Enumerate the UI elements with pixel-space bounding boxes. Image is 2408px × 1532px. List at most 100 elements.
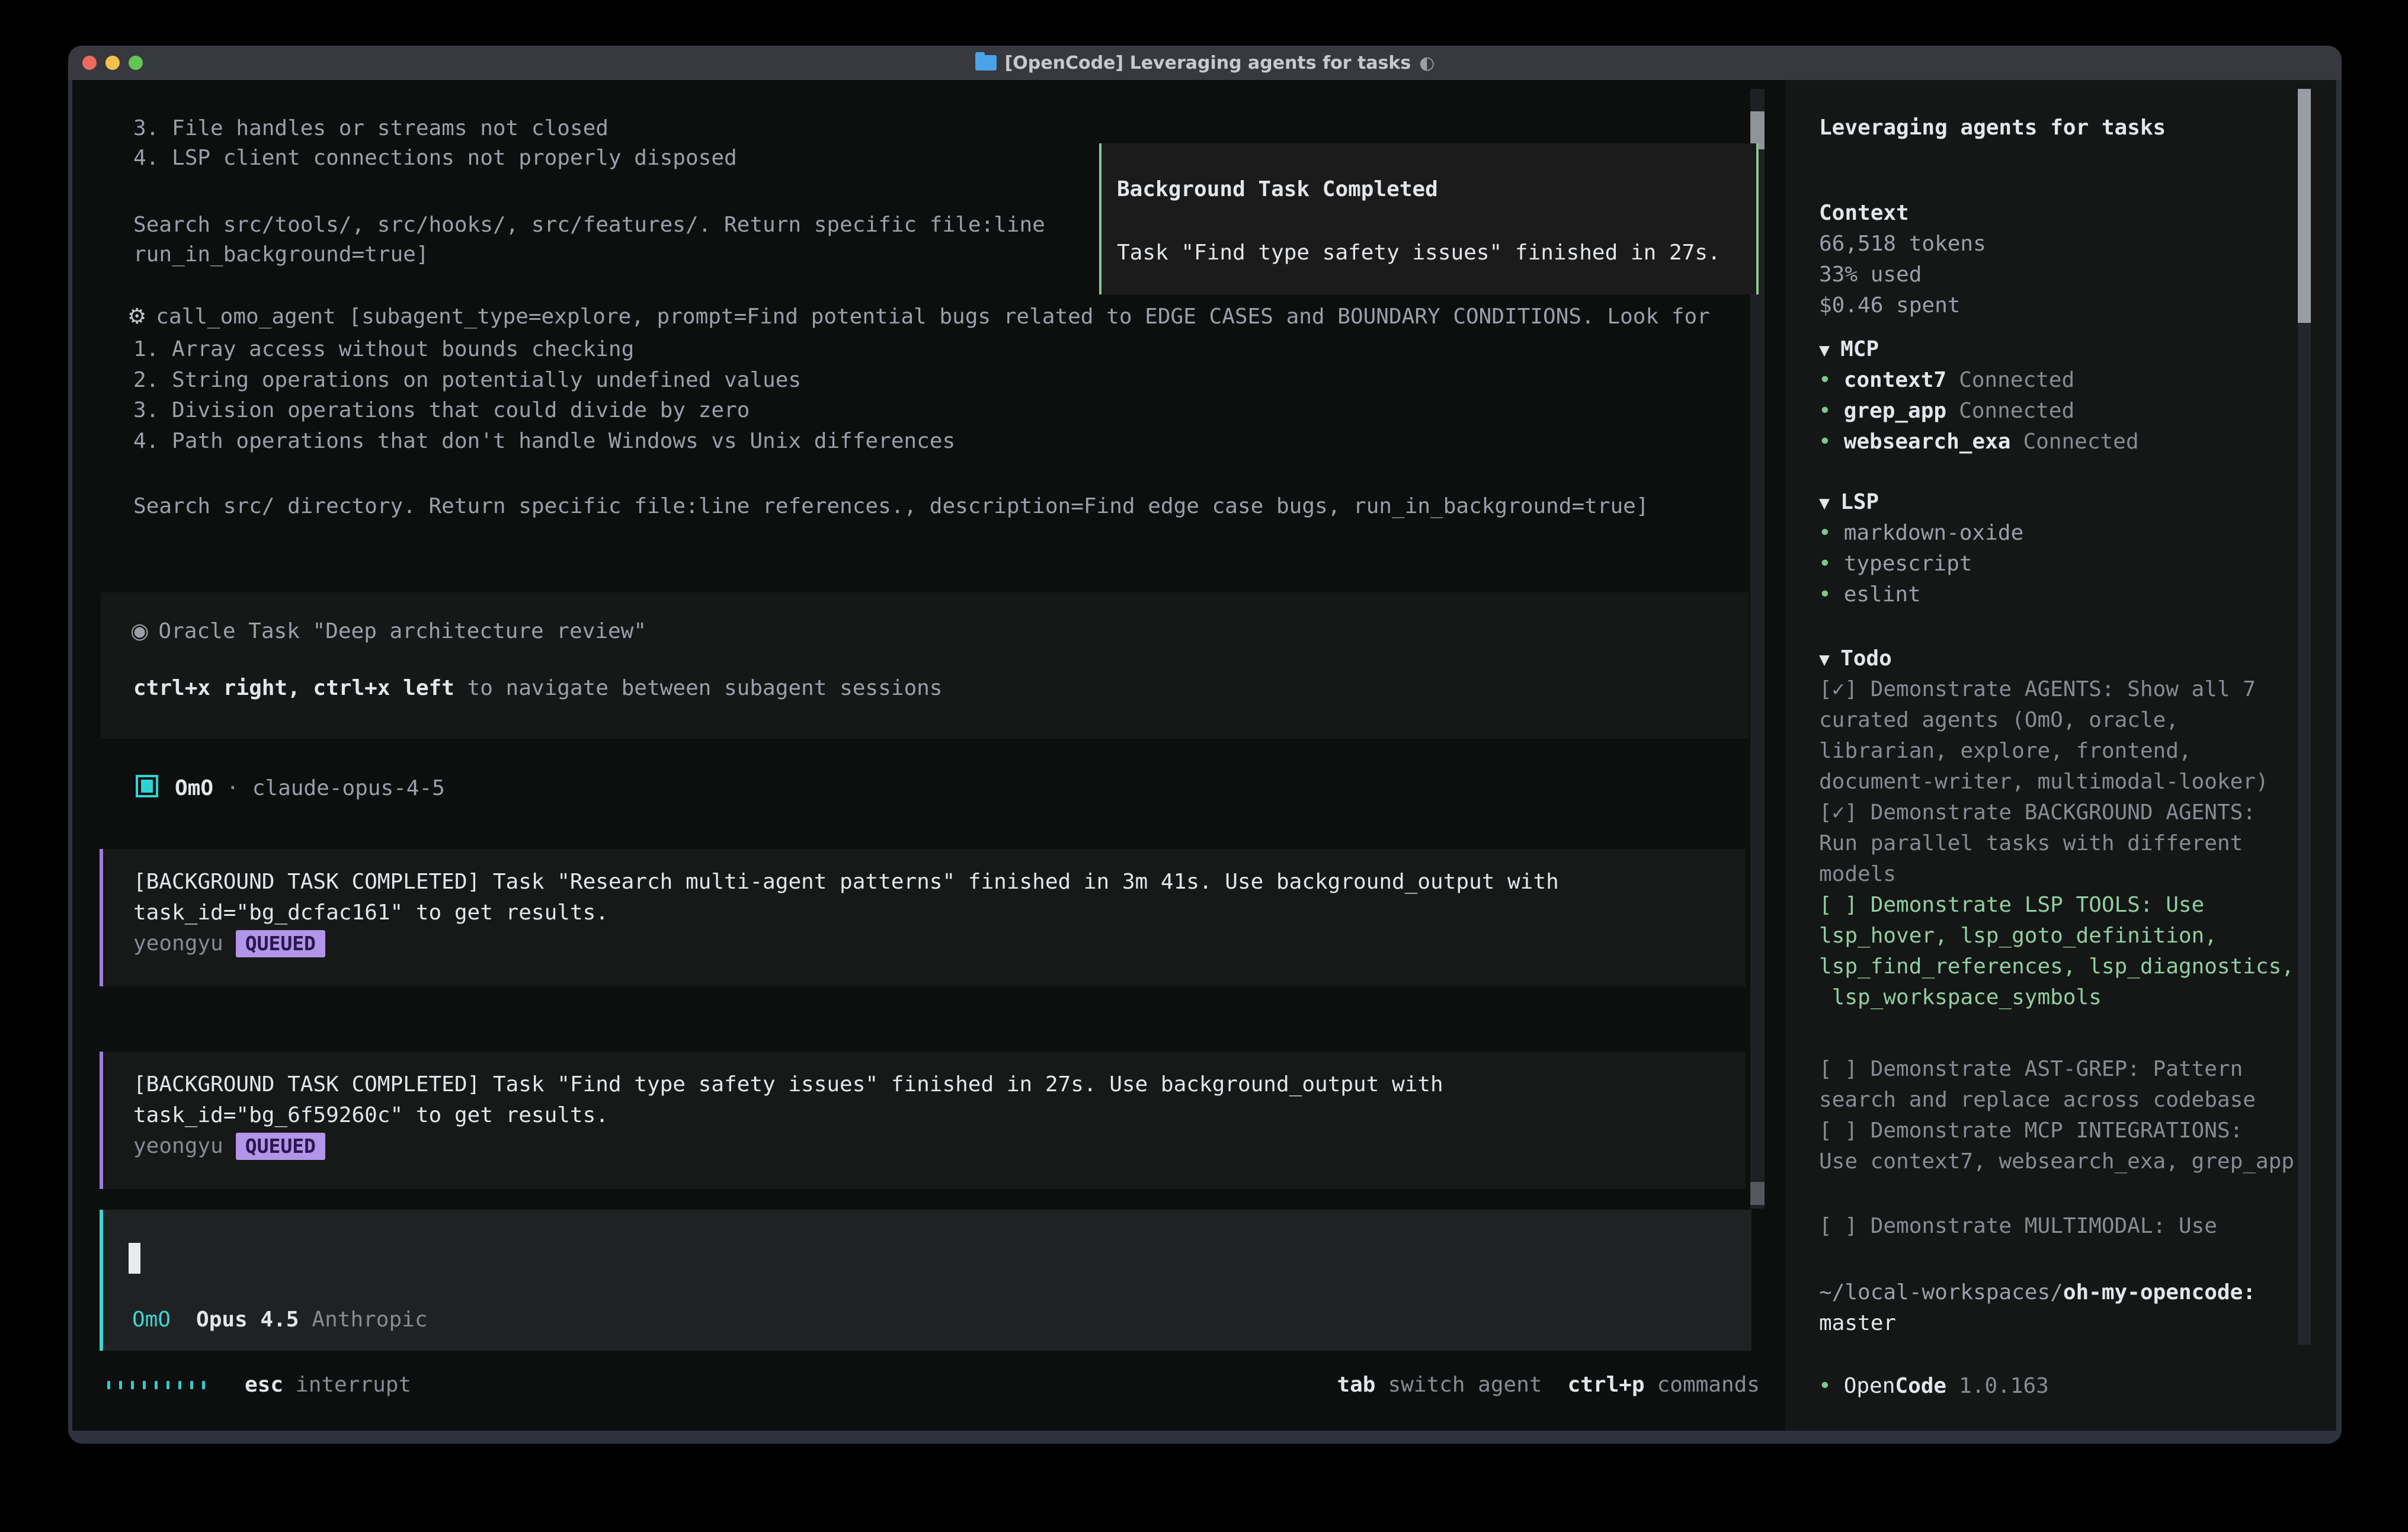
chevron-down-icon: ▼	[1819, 340, 1830, 361]
input-model: Opus 4.5	[196, 1307, 299, 1332]
gear-icon: ⚙	[127, 305, 146, 329]
lsp-item-name: typescript	[1844, 552, 1972, 576]
context-heading: Context	[1819, 198, 1909, 229]
tool-call-list-item: 4. Path operations that don't handle Win…	[133, 426, 955, 457]
todo-line-active: lsp_hover, lsp_goto_definition,	[1819, 921, 2217, 951]
terminal-content: 3. File handles or streams not closed 4.…	[72, 80, 2336, 1431]
context-used: 33% used	[1819, 259, 1922, 290]
input-footer: OmO Opus 4.5 Anthropic	[132, 1305, 428, 1335]
todo-line-done: Run parallel tasks with different	[1819, 828, 2243, 859]
mcp-item-name: websearch_exa	[1844, 430, 2011, 454]
main-scrollbar-thumb-lower[interactable]	[1750, 1182, 1765, 1205]
esc-key-hint: esc	[245, 1370, 283, 1400]
context-tokens: 66,518 tokens	[1819, 229, 1986, 259]
workspace-branch: master	[1819, 1308, 1896, 1339]
app-name-regular: Open	[1844, 1374, 1895, 1398]
oracle-task-title: Oracle Task "Deep architecture review"	[158, 619, 646, 643]
statusbar-right: tab switch agent ctrl+p commands	[1337, 1370, 1760, 1400]
status-dot-icon: •	[1818, 1374, 1831, 1398]
separator-dot: ·	[226, 776, 239, 800]
message-author: yeongyu	[133, 928, 223, 959]
oracle-task-box: ◉Oracle Task "Deep architecture review" …	[101, 592, 1749, 739]
status-dot-icon: •	[1818, 368, 1831, 392]
mcp-item-name: context7	[1844, 368, 1946, 392]
app-version: 1.0.163	[1959, 1374, 2049, 1398]
agent-model: claude-opus-4-5	[252, 776, 445, 800]
subagent-nav-hint: ctrl+x right, ctrl+x left to navigate be…	[133, 673, 942, 704]
mcp-item: •websearch_exaConnected	[1818, 427, 2139, 457]
todo-line-done: [✓] Demonstrate AGENTS: Show all 7	[1819, 674, 2256, 705]
todo-line-active: lsp_find_references, lsp_diagnostics,	[1819, 951, 2294, 982]
workspace-repo: oh-my-opencode:	[2063, 1280, 2256, 1305]
status-dot-icon: •	[1818, 582, 1831, 607]
lsp-item: • eslint	[1818, 579, 1921, 610]
tool-call-line: ⚙call_omo_agent [subagent_type=explore, …	[127, 302, 1710, 332]
todo-line-done: curated agents (OmO, oracle,	[1819, 705, 2179, 736]
hint-keys: ctrl+x right, ctrl+x left	[133, 676, 454, 700]
workspace-path-prefix: ~/local-workspaces/	[1819, 1280, 2063, 1305]
context-spent: $0.46 spent	[1819, 290, 1960, 321]
tool-call-list-item: 1. Array access without bounds checking	[133, 334, 634, 365]
version-line: • OpenCode 1.0.163	[1818, 1371, 2049, 1402]
message-meta: yeongyuQUEUED	[133, 1131, 325, 1162]
terminal-line: run_in_background=true]	[133, 239, 429, 270]
mcp-heading: MCP	[1840, 337, 1879, 361]
workspace-path: ~/local-workspaces/oh-my-opencode:	[1819, 1277, 2256, 1308]
background-task-message: [BACKGROUND TASK COMPLETED] Task "Resear…	[100, 849, 1746, 986]
spinner-icon	[107, 1381, 214, 1389]
chevron-down-icon: ▼	[1819, 493, 1830, 514]
sidebar-scrollbar-thumb[interactable]	[2298, 89, 2311, 323]
todo-line-pending: [ ] Demonstrate AST-GREP: Pattern	[1819, 1054, 2243, 1085]
toast-body: Task "Find type safety issues" finished …	[1117, 238, 1721, 268]
mcp-section-header[interactable]: ▼ MCP	[1819, 334, 1879, 366]
status-badge: QUEUED	[236, 930, 325, 957]
ctrlp-key-label: commands	[1657, 1370, 1760, 1400]
todo-line-pending: [ ] Demonstrate MCP INTEGRATIONS:	[1819, 1116, 2243, 1146]
lsp-heading: LSP	[1840, 490, 1879, 514]
esc-key-label: interrupt	[296, 1370, 411, 1400]
message-line: [BACKGROUND TASK COMPLETED] Task "Find t…	[133, 1069, 1443, 1100]
agent-name: OmO	[175, 776, 213, 800]
input-agent-name: OmO	[132, 1307, 171, 1332]
message-line: [BACKGROUND TASK COMPLETED] Task "Resear…	[133, 867, 1559, 898]
oracle-task-title-line: ◉ Oracle Task "Deep architecture review"	[130, 616, 646, 647]
lsp-item-name: eslint	[1844, 582, 1921, 607]
window-title: [OpenCode] Leveraging agents for tasks	[1005, 53, 1411, 73]
status-dot-icon: •	[1818, 552, 1831, 576]
mcp-item: • context7 Connected	[1818, 365, 2074, 396]
sidebar-session-title: Leveraging agents for tasks	[1819, 113, 2166, 143]
mcp-item-status: Connected	[1959, 368, 2074, 392]
window-titlebar[interactable]: [OpenCode] Leveraging agents for tasks ◐	[68, 46, 2342, 80]
agent-header: OmO · claude-opus-4-5	[136, 773, 445, 804]
todo-line-active: lsp_workspace_symbols	[1819, 982, 2102, 1013]
app-name-bold: Code	[1895, 1374, 1946, 1398]
terminal-window: [OpenCode] Leveraging agents for tasks ◐…	[68, 46, 2342, 1444]
input-provider: Anthropic	[312, 1307, 427, 1332]
todo-line-done: librarian, explore, frontend,	[1819, 736, 2192, 767]
message-line: task_id="bg_dcfac161" to get results.	[133, 898, 609, 928]
message-author: yeongyu	[133, 1131, 223, 1162]
lsp-section-header[interactable]: ▼ LSP	[1819, 487, 1879, 519]
todo-line-done: models	[1819, 859, 1896, 890]
mcp-item-status: Connected	[2023, 430, 2138, 454]
terminal-line: 4. LSP client connections not properly d…	[133, 143, 737, 174]
terminal-line: Search src/tools/, src/hooks/, src/featu…	[133, 210, 1045, 241]
tool-call-list-item: 2. String operations on potentially unde…	[133, 365, 801, 396]
todo-section-header[interactable]: ▼Todo	[1819, 643, 1892, 675]
agent-square-icon	[136, 775, 158, 797]
text-cursor	[129, 1243, 140, 1274]
fisheye-icon: ◉	[130, 619, 149, 643]
message-meta: yeongyu QUEUED	[133, 928, 325, 959]
toast-title: Background Task Completed	[1117, 174, 1438, 205]
sidebar-scrollbar[interactable]	[2298, 89, 2311, 1345]
statusbar-left: esc interrupt	[107, 1370, 411, 1400]
tab-key-hint: tab	[1337, 1370, 1375, 1400]
session-sidebar: Leveraging agents for tasks Context 66,5…	[1785, 80, 2336, 1431]
tab-key-label: switch agent	[1388, 1370, 1542, 1400]
background-task-toast: Background Task Completed Task "Find typ…	[1099, 143, 1759, 294]
mcp-item-status: Connected	[1959, 399, 2074, 423]
prompt-input[interactable]: OmO Opus 4.5 Anthropic	[100, 1210, 1751, 1351]
todo-line-pending: Use context7, websearch_exa, grep_app	[1819, 1146, 2294, 1177]
todo-line-pending: search and replace across codebase	[1819, 1085, 2256, 1116]
mcp-item: •grep_appConnected	[1818, 396, 2074, 427]
